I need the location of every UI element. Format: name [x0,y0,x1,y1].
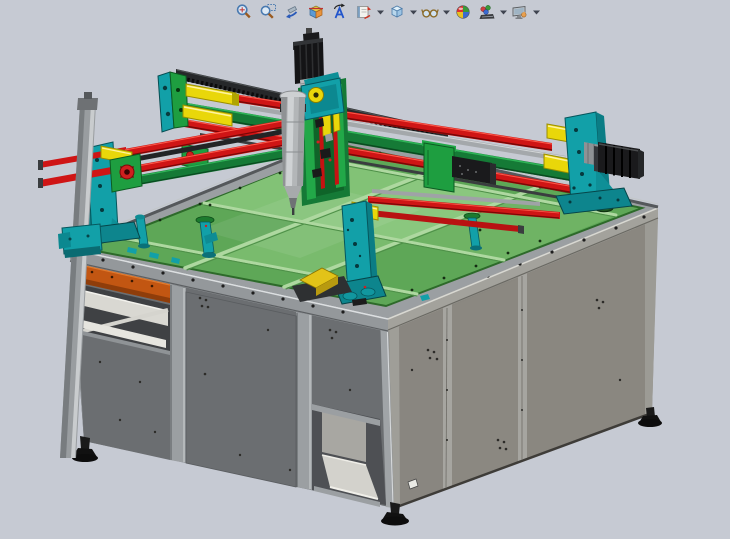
zoom-to-area-button[interactable] [256,2,280,23]
section-view-icon [307,3,325,21]
machine-model[interactable] [0,0,730,539]
hide-show-items-dropdown[interactable] [442,2,451,23]
hide-show-items-button[interactable] [418,2,442,23]
view-orientation-dropdown[interactable] [376,2,385,23]
display-style-button[interactable] [385,2,409,23]
hide-show-items-icon [421,3,439,21]
view-orientation-icon [355,3,373,21]
edit-appearance-icon [454,3,472,21]
section-view-button[interactable] [304,2,328,23]
dynamic-annotation-views-button[interactable] [328,2,352,23]
dynamic-annotation-views-icon [331,3,349,21]
zoom-to-fit-button[interactable] [232,2,256,23]
display-style-icon [388,3,406,21]
previous-view-icon [283,3,301,21]
apply-scene-icon [478,3,496,21]
display-style-dropdown[interactable] [409,2,418,23]
heads-up-view-toolbar [232,1,541,23]
cad-viewport[interactable] [0,0,730,539]
apply-scene-button[interactable] [475,2,499,23]
view-settings-button[interactable] [508,2,532,23]
apply-scene-dropdown[interactable] [499,2,508,23]
zoom-to-area-icon [259,3,277,21]
view-orientation-button[interactable] [352,2,376,23]
edit-appearance-button[interactable] [451,2,475,23]
view-settings-icon [511,3,529,21]
open-compartment-center [312,404,386,507]
view-settings-dropdown[interactable] [532,2,541,23]
previous-view-button[interactable] [280,2,304,23]
zoom-to-fit-icon [235,3,253,21]
